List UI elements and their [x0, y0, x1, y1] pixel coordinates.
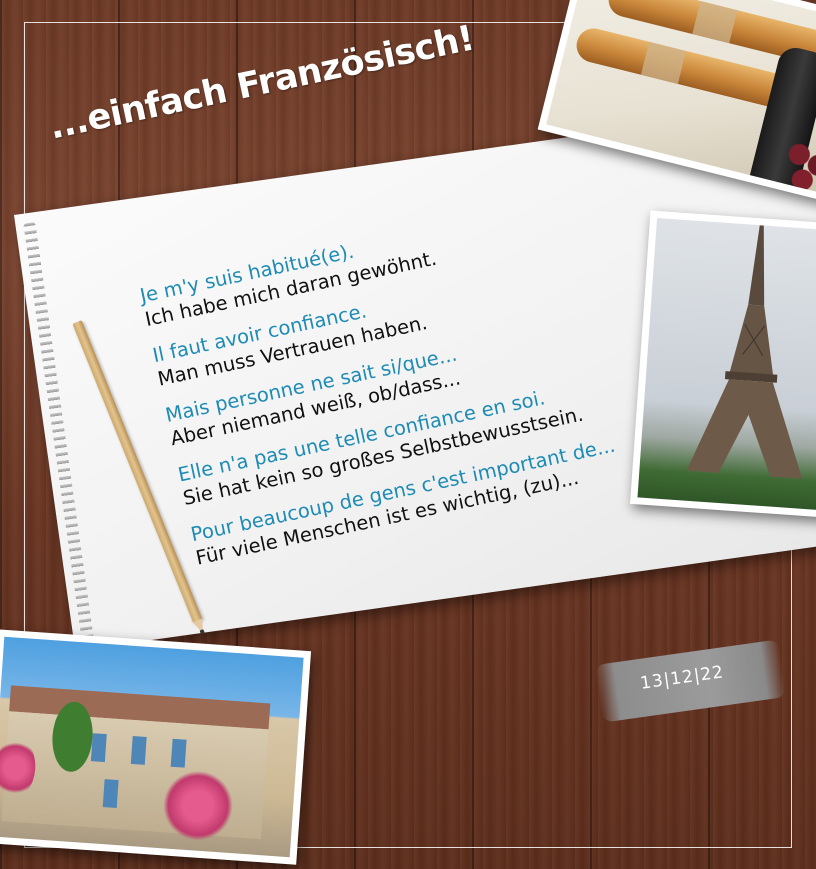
blue-shutter	[90, 733, 107, 763]
twine-wrap	[692, 1, 738, 44]
provence-house-photo	[0, 629, 312, 865]
provence-house-image	[0, 636, 304, 858]
twine-wrap	[640, 41, 687, 84]
blue-shutter	[130, 735, 147, 765]
eiffel-tower-image	[637, 218, 816, 512]
blue-shutter	[170, 738, 187, 768]
eiffel-tower	[686, 225, 803, 479]
eiffel-tower-photo	[630, 210, 816, 520]
blue-shutter	[102, 779, 119, 809]
